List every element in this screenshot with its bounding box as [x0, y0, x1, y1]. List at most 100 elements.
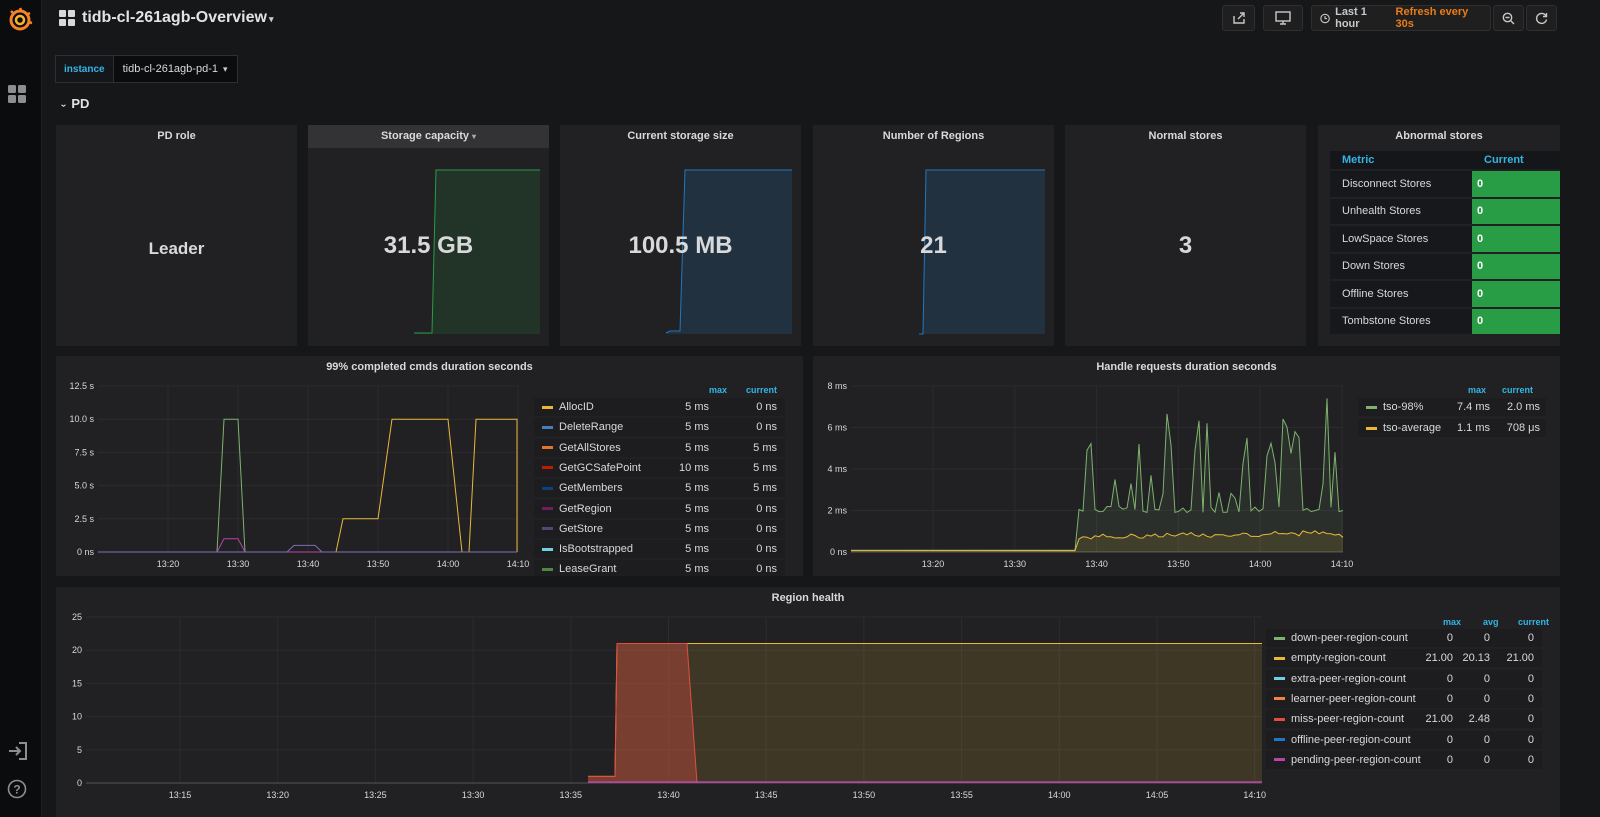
panel-title[interactable]: Storage capacity ▾ [308, 125, 549, 148]
time-picker-button[interactable]: Last 1 hour Refresh every 30s [1311, 5, 1491, 31]
legend-value-current: 0 ns [756, 502, 777, 515]
help-icon[interactable]: ? [7, 779, 27, 799]
legend-series-name: GetRegion [559, 502, 612, 515]
legend-value-max: 0 [1446, 672, 1453, 685]
legend-item[interactable]: GetMembers 5 ms 5 ms [534, 479, 785, 498]
time-range-label: Last 1 hour [1335, 6, 1367, 30]
legend-item[interactable]: tso-98% 7.4 ms 2.0 ms [1358, 398, 1546, 416]
legend-item[interactable]: pending-peer-region-count 0 0 0 [1266, 750, 1542, 769]
share-button[interactable] [1222, 5, 1255, 31]
y-tick-label: 10 [72, 712, 82, 722]
y-tick-label: 7.5 s [74, 447, 94, 457]
legend-item[interactable]: miss-peer-region-count 21.00 2.48 0 [1266, 710, 1542, 729]
legend-value-current: 0 ns [756, 522, 777, 535]
x-tick-label: 14:10 [507, 559, 530, 569]
table-row: Offline Stores 0 [1330, 281, 1560, 307]
variable-value: tidb-cl-261agb-pd-1 [122, 63, 218, 75]
handle-requests-chart[interactable]: 0 ns 2 ms 4 ms 6 ms 8 ms 13:20 13:30 13:40 13:50… [813, 356, 1353, 576]
legend-color-swatch [1274, 758, 1285, 762]
dashboard-area: tidb-cl-261agb-Overview ▾ Last 1 hour Ref… [42, 0, 1600, 817]
legend-header-current[interactable]: current [1518, 617, 1549, 627]
row-header-pd[interactable]: › PD [58, 96, 89, 111]
legend-value-max: 0 [1446, 733, 1453, 746]
legend-series-name: DeleteRange [559, 421, 624, 434]
dashboard-title[interactable]: tidb-cl-261agb-Overview ▾ [82, 9, 273, 27]
legend-series-name: down-peer-region-count [1291, 632, 1408, 644]
legend-item[interactable]: IsBootstrapped 5 ms 0 ns [534, 540, 785, 559]
legend-color-swatch [542, 466, 553, 470]
legend-header-avg[interactable]: avg [1483, 617, 1499, 627]
grafana-logo-icon[interactable] [5, 5, 35, 35]
dashboard-title-text: tidb-cl-261agb-Overview [82, 9, 267, 26]
legend-header-max[interactable]: max [1443, 617, 1461, 627]
monitor-icon [1275, 11, 1291, 25]
panel-title-text: Storage capacity [380, 130, 469, 142]
x-tick-label: 13:25 [364, 790, 387, 800]
y-tick-label: 10.0 s [69, 414, 94, 424]
variable-dropdown[interactable]: tidb-cl-261agb-pd-1 ▾ [113, 55, 238, 83]
legend-value-max: 5 ms [685, 441, 709, 454]
legend-item[interactable]: learner-peer-region-count 0 0 0 [1266, 689, 1542, 708]
stat-value: Leader [148, 239, 205, 258]
x-tick-label: 13:50 [1167, 559, 1190, 569]
legend-header-max[interactable]: max [1468, 385, 1486, 395]
panel-title[interactable]: Abnormal stores [1318, 130, 1560, 142]
legend-value-current: 21.00 [1506, 652, 1534, 665]
sign-in-icon[interactable] [8, 742, 28, 760]
legend-color-swatch [542, 527, 553, 531]
legend-value-current: 5 ms [753, 441, 777, 454]
panel-title[interactable]: Number of Regions [813, 130, 1054, 142]
y-tick-label: 0 ns [77, 547, 95, 557]
legend-item[interactable]: AllocID 5 ms 0 ns [534, 398, 785, 416]
legend-series-name: empty-region-count [1291, 652, 1386, 665]
y-tick-label: 5.0 s [74, 481, 94, 491]
legend-header-current[interactable]: current [746, 385, 777, 395]
y-tick-label: 8 ms [827, 381, 847, 391]
legend-header-max[interactable]: max [709, 385, 727, 395]
column-header-metric[interactable]: Metric [1330, 151, 1472, 169]
region-health-chart[interactable]: 0 5 10 15 20 25 13:15 13:20 13:25 13:30 13:35 13:40… [56, 587, 1276, 817]
legend-item[interactable]: GetStore 5 ms 0 ns [534, 519, 785, 538]
panel-title[interactable]: Normal stores [1065, 130, 1306, 142]
chevron-down-icon: › [58, 103, 70, 108]
legend-color-swatch [542, 547, 553, 551]
legend-series-name: miss-peer-region-count [1291, 713, 1405, 726]
dashboards-icon[interactable] [7, 84, 27, 104]
table-row: Down Stores 0 [1330, 253, 1560, 279]
legend-series-name: extra-peer-region-count [1291, 672, 1406, 685]
legend-value-max: 5 ms [685, 543, 709, 556]
y-tick-label: 0 [77, 778, 82, 788]
legend-item[interactable]: extra-peer-region-count 0 0 0 [1266, 669, 1542, 688]
legend-color-swatch [1274, 636, 1285, 640]
legend-item[interactable]: offline-peer-region-count 0 0 0 [1266, 730, 1542, 749]
y-tick-label: 15 [72, 678, 82, 688]
legend-item[interactable]: empty-region-count 21.00 20.13 21.00 [1266, 649, 1542, 668]
refresh-button[interactable] [1526, 5, 1557, 31]
cmds-duration-chart[interactable]: 0 ns 2.5 s 5.0 s 7.5 s 10.0 s 12.5 s 13:20 13:3… [56, 356, 536, 576]
legend-item[interactable]: GetGCSafePoint 10 ms 5 ms [534, 458, 785, 477]
x-tick-label: 14:00 [437, 559, 460, 569]
column-header-current[interactable]: Current [1472, 151, 1560, 169]
legend-series-name: GetStore [559, 522, 604, 535]
legend-color-swatch [1366, 405, 1377, 409]
zoom-out-button[interactable] [1493, 5, 1524, 31]
legend-item[interactable]: down-peer-region-count 0 0 0 [1266, 629, 1542, 647]
legend-value-max: 5 ms [685, 563, 709, 576]
current-cell: 0 [1472, 253, 1560, 279]
x-tick-label: 13:30 [227, 559, 250, 569]
x-tick-label: 14:10 [1331, 559, 1354, 569]
legend-value-current: 0 ns [756, 401, 777, 413]
panel-region-health: Region health 0 5 10 15 20 25 13:15 13:20 13:25 1… [56, 587, 1560, 817]
legend-item[interactable]: LeaseGrant 5 ms 0 ns [534, 560, 785, 576]
legend-item[interactable]: DeleteRange 5 ms 0 ns [534, 418, 785, 437]
legend-header-current[interactable]: current [1502, 385, 1533, 395]
legend-item[interactable]: GetAllStores 5 ms 5 ms [534, 438, 785, 457]
panel-title[interactable]: Current storage size [560, 130, 801, 142]
table-header-row: Metric Current [1330, 151, 1560, 169]
panel-title[interactable]: PD role [56, 130, 297, 142]
cycle-view-mode-button[interactable] [1263, 5, 1303, 31]
current-cell: 0 [1472, 308, 1560, 334]
legend-item[interactable]: tso-average 1.1 ms 708 μs [1358, 419, 1546, 437]
x-tick-label: 13:40 [297, 559, 320, 569]
legend-item[interactable]: GetRegion 5 ms 0 ns [534, 499, 785, 518]
